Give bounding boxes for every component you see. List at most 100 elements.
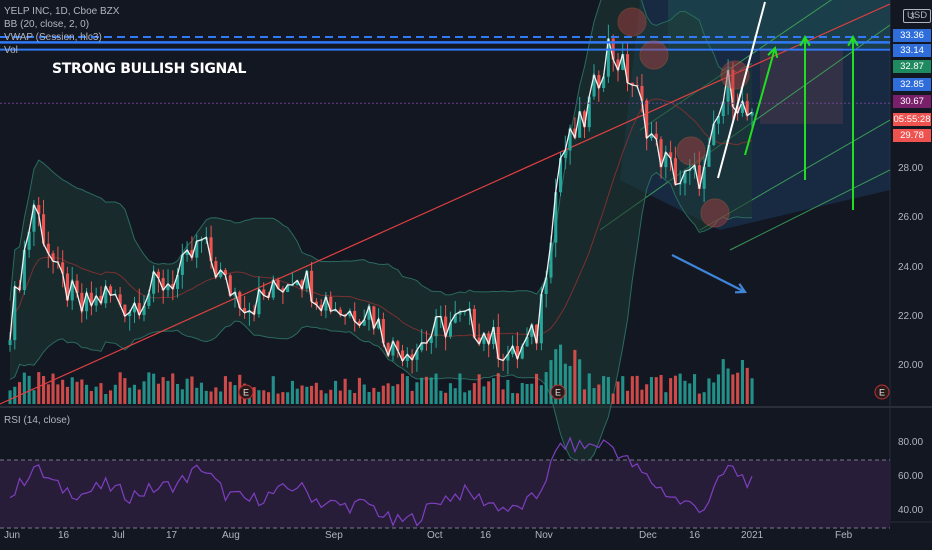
volume-bar	[32, 390, 36, 404]
volume-bar	[640, 389, 644, 404]
volume-bar	[391, 386, 395, 404]
volume-bar	[506, 379, 510, 404]
earnings-marker-label: E	[555, 388, 561, 398]
legend-rsi: RSI (14, close)	[4, 415, 71, 426]
volume-bar	[669, 378, 673, 404]
volume-bar	[530, 383, 534, 404]
volume-bar	[37, 372, 41, 404]
volume-bar	[329, 389, 333, 404]
price-tick-label: 28.00	[898, 163, 924, 174]
volume-bar	[156, 383, 160, 404]
volume-bar	[592, 388, 596, 404]
time-tick-label: 16	[689, 530, 701, 541]
pivot-circle	[676, 136, 706, 166]
volume-bar	[85, 384, 89, 404]
volume-bar	[343, 378, 347, 404]
volume-bar	[396, 384, 400, 404]
time-tick-label: Nov	[535, 530, 553, 541]
volume-bar	[176, 384, 180, 404]
volume-bar	[348, 389, 352, 404]
price-tag: 30.67	[893, 95, 931, 108]
volume-bar	[228, 381, 232, 404]
volume-bar	[424, 376, 428, 404]
currency-badge[interactable]: USD	[903, 9, 932, 23]
volume-bar	[649, 377, 653, 404]
volume-bar	[702, 392, 706, 404]
volume-bar	[463, 392, 467, 404]
volume-bar	[324, 393, 328, 404]
volume-bar	[219, 391, 223, 404]
volume-bar	[276, 393, 280, 404]
time-tick-label: Sep	[325, 530, 343, 541]
volume-bar	[137, 389, 141, 404]
price-tag: 29.78	[893, 129, 931, 142]
volume-bar	[142, 381, 146, 404]
volume-bar	[602, 376, 606, 404]
volume-bar	[750, 378, 754, 404]
time-tick-label: Aug	[222, 530, 240, 541]
bullish-annotation: STRONG BULLISH SIGNAL	[52, 61, 247, 77]
time-tick-label: Dec	[639, 530, 657, 541]
volume-bar	[597, 384, 601, 404]
volume-bar	[621, 376, 625, 404]
volume-bar	[290, 380, 294, 404]
volume-bar	[477, 374, 481, 404]
pivot-circle	[639, 40, 669, 70]
volume-bar	[587, 373, 591, 404]
candle-body	[8, 340, 12, 345]
volume-bar	[75, 381, 79, 404]
volume-bar	[740, 360, 744, 404]
time-tick-label: 16	[480, 530, 492, 541]
earnings-marker-label: E	[243, 388, 249, 398]
volume-bar	[673, 375, 677, 404]
volume-bar	[305, 386, 309, 404]
volume-bar	[616, 381, 620, 404]
volume-bar	[693, 374, 697, 404]
volume-bar	[731, 374, 735, 404]
time-tick-label: Jul	[112, 530, 125, 541]
volume-bar	[166, 380, 170, 404]
volume-bar	[46, 384, 50, 404]
volume-bar	[147, 372, 151, 404]
volume-bar	[257, 390, 261, 404]
volume-bar	[300, 385, 304, 404]
volume-bar	[745, 367, 749, 404]
volume-bar	[353, 393, 357, 404]
volume-bar	[123, 378, 127, 404]
volume-bar	[415, 382, 419, 404]
volume-bar	[688, 383, 692, 404]
volume-bar	[51, 373, 55, 404]
volume-bar	[721, 359, 725, 404]
volume-bar	[190, 376, 194, 404]
chart-canvas: EEE	[0, 0, 932, 550]
time-tick-label: 16	[58, 530, 70, 541]
volume-bar	[89, 391, 93, 404]
volume-bar	[204, 390, 208, 404]
rsi-tick-label: 80.00	[898, 437, 924, 448]
volume-bar	[405, 376, 409, 404]
volume-bar	[659, 375, 663, 404]
volume-bar	[334, 380, 338, 404]
volume-bar	[152, 373, 156, 404]
volume-bar	[606, 377, 610, 404]
time-tick-label: 17	[166, 530, 178, 541]
time-tick-label: 2021	[741, 530, 764, 541]
time-tick-label: Oct	[427, 530, 443, 541]
volume-bar	[511, 393, 515, 404]
volume-bar	[434, 373, 438, 404]
volume-bar	[195, 387, 199, 404]
volume-bar	[654, 377, 658, 404]
time-tick-label: Feb	[835, 530, 853, 541]
volume-bar	[487, 381, 491, 404]
volume-bar	[544, 372, 548, 404]
chart-root: E E E YELP INC, 1D, Cboe BZX BB (20, close…	[0, 0, 932, 550]
volume-bar	[386, 383, 390, 404]
price-tag: 33.14	[893, 44, 931, 57]
volume-bar	[118, 372, 122, 404]
volume-bar	[262, 390, 266, 404]
volume-bar	[132, 384, 136, 404]
volume-bar	[357, 377, 361, 404]
volume-bar	[697, 393, 701, 404]
volume-bar	[664, 392, 668, 404]
volume-bar	[525, 384, 529, 404]
